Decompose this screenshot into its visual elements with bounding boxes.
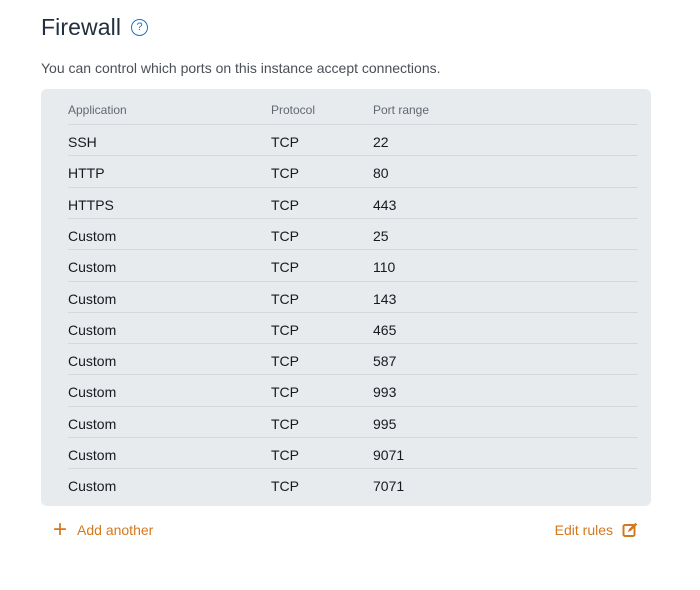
cell-port-range: 995 bbox=[373, 415, 397, 432]
cell-protocol: TCP bbox=[271, 227, 299, 244]
cell-application: Custom bbox=[68, 447, 117, 463]
cell-application: Custom bbox=[68, 321, 117, 338]
table-row: HTTP TCP 80 bbox=[68, 155, 638, 187]
cell-protocol: TCP bbox=[271, 447, 299, 463]
add-another-button[interactable]: + Add another bbox=[53, 516, 154, 543]
table-row: Custom TCP 465 bbox=[68, 311, 638, 344]
table-row: Custom TCP 143 bbox=[68, 280, 638, 313]
cell-protocol: TCP bbox=[271, 384, 299, 401]
cell-protocol: TCP bbox=[271, 321, 299, 338]
cell-port-range: 80 bbox=[373, 165, 389, 182]
table-row: Custom TCP 110 bbox=[68, 249, 638, 281]
cell-application: SSH bbox=[68, 134, 97, 150]
cell-protocol: TCP bbox=[271, 196, 299, 213]
cell-application: HTTP bbox=[68, 165, 105, 182]
table-row: Custom TCP 7071 bbox=[68, 468, 638, 500]
page-title: Firewall bbox=[41, 14, 122, 40]
firewall-rules-table: Application Protocol Port range SSH TCP 22… bbox=[41, 89, 651, 506]
cell-port-range: 443 bbox=[373, 196, 397, 213]
cell-application: Custom bbox=[68, 227, 117, 244]
table-row: Custom TCP 9071 bbox=[68, 437, 638, 469]
column-header-application: Application bbox=[68, 103, 127, 117]
cell-application: Custom bbox=[68, 259, 117, 276]
table-header: Application Protocol Port range bbox=[41, 89, 651, 125]
table-row: Custom TCP 993 bbox=[68, 374, 638, 406]
cell-port-range: 25 bbox=[373, 227, 389, 244]
table-row: Custom TCP 995 bbox=[68, 405, 638, 438]
cell-application: Custom bbox=[68, 478, 117, 495]
cell-application: Custom bbox=[68, 415, 117, 432]
cell-protocol: TCP bbox=[271, 290, 299, 307]
column-header-port-range: Port range bbox=[373, 103, 430, 117]
table-row: Custom TCP 25 bbox=[68, 217, 638, 250]
title-row: Firewall ? bbox=[41, 14, 149, 41]
table-row: HTTPS TCP 443 bbox=[68, 186, 638, 219]
cell-protocol: TCP bbox=[271, 259, 299, 276]
cell-protocol: TCP bbox=[271, 134, 299, 150]
cell-port-range: 587 bbox=[373, 353, 397, 370]
cell-application: Custom bbox=[68, 353, 117, 370]
firewall-panel: Firewall ? You can control which ports o… bbox=[0, 0, 700, 590]
edit-rules-button[interactable]: Edit rules bbox=[555, 522, 638, 538]
edit-rules-label: Edit rules bbox=[554, 522, 613, 538]
cell-port-range: 465 bbox=[373, 321, 397, 338]
cell-application: HTTPS bbox=[68, 196, 114, 213]
question-circle-icon[interactable]: ? bbox=[131, 19, 149, 36]
cell-port-range: 143 bbox=[373, 290, 397, 307]
cell-application: Custom bbox=[68, 384, 117, 401]
cell-protocol: TCP bbox=[271, 415, 299, 432]
footer-actions: + Add another Edit rules bbox=[0, 516, 700, 544]
edit-icon bbox=[622, 522, 638, 538]
cell-protocol: TCP bbox=[271, 478, 299, 495]
cell-port-range: 7071 bbox=[373, 478, 405, 495]
table-row: SSH TCP 22 bbox=[68, 124, 638, 156]
cell-port-range: 993 bbox=[373, 384, 397, 401]
cell-protocol: TCP bbox=[271, 165, 299, 182]
cell-application: Custom bbox=[68, 290, 117, 307]
add-another-label: Add another bbox=[77, 522, 154, 538]
column-header-protocol: Protocol bbox=[271, 103, 316, 117]
cell-port-range: 110 bbox=[373, 259, 396, 276]
cell-port-range: 9071 bbox=[373, 447, 405, 463]
cell-protocol: TCP bbox=[271, 353, 299, 370]
table-row: Custom TCP 587 bbox=[68, 343, 638, 375]
page-description: You can control which ports on this inst… bbox=[41, 60, 441, 76]
cell-port-range: 22 bbox=[373, 134, 389, 150]
plus-icon: + bbox=[53, 516, 68, 543]
